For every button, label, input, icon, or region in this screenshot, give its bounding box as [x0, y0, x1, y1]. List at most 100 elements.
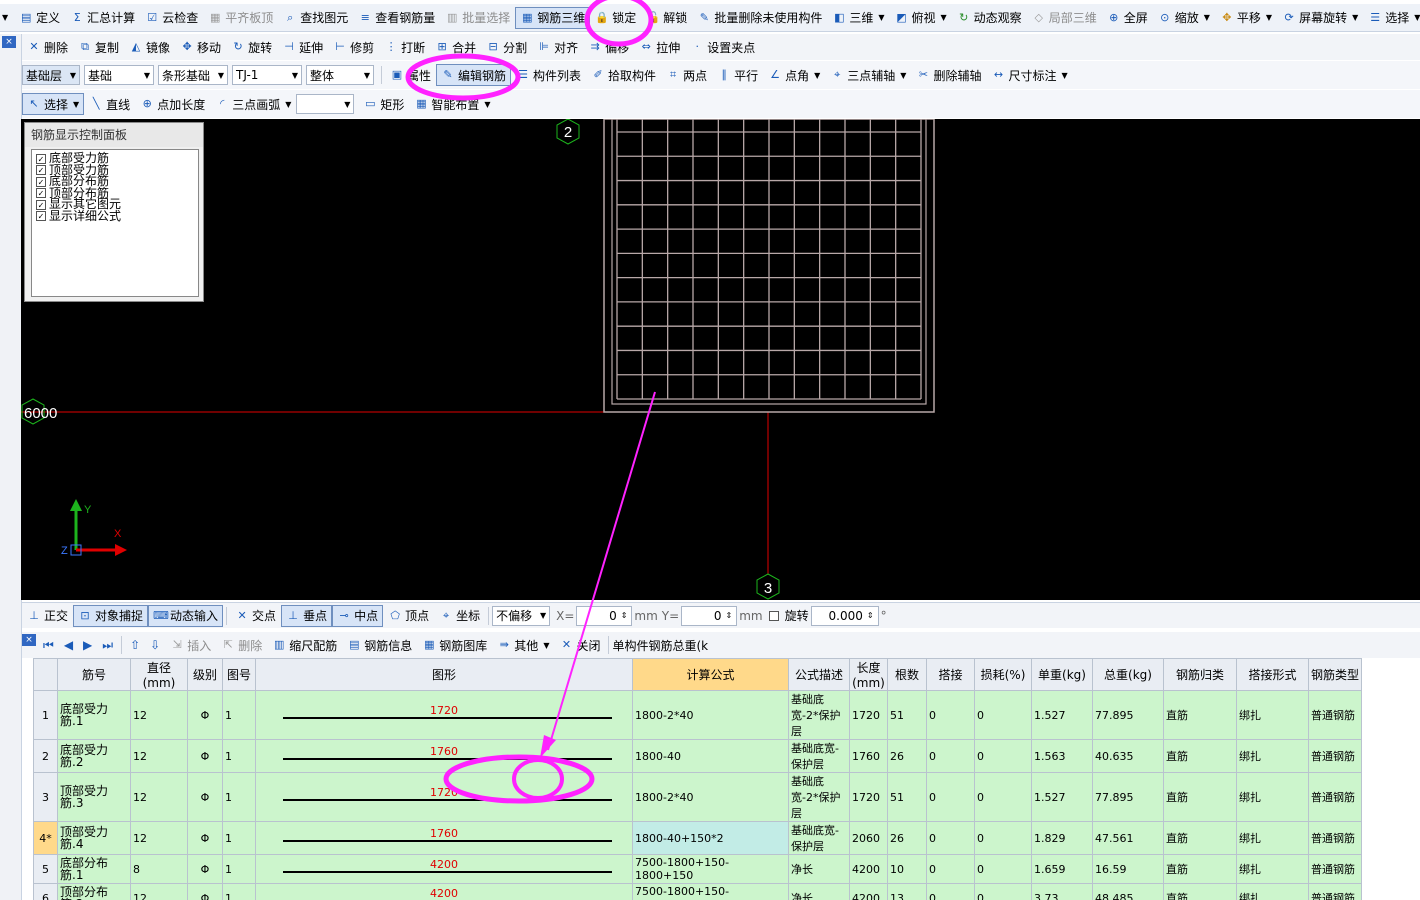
main-button-4[interactable]: ⌕ 查找图元 [278, 7, 353, 29]
count-cell[interactable]: 10 [887, 854, 927, 884]
edit-button-2[interactable]: ◭ 镜像 [124, 36, 175, 58]
snap-button-6[interactable]: ⬠ 顶点 [383, 605, 434, 627]
dia-cell[interactable]: 12 [130, 772, 188, 822]
main-button-1[interactable]: Σ 汇总计算 [65, 7, 140, 29]
main-button-15[interactable]: ⊕ 全屏 [1102, 7, 1153, 29]
total_w-cell[interactable]: 40.635 [1092, 739, 1164, 773]
draw-button-0[interactable]: ↖ 选择 ▼ [22, 93, 85, 115]
spinner-icon[interactable]: ⇕ [725, 611, 732, 620]
row-number[interactable]: 3 [33, 772, 58, 822]
category-cell[interactable]: 直筋 [1163, 883, 1237, 900]
snap-button-2[interactable]: ⌨ 动态输入 [148, 604, 224, 627]
table-row[interactable]: 6顶部分布筋.2 12Φ1 4200 7500-1800+150-1800+150净长… [33, 883, 1363, 900]
table-row[interactable]: 2 底部受力筋.2 12 Φ 1 1760 1800-40 基础底宽-保护层 1760 26 0 0 1… [33, 739, 1363, 773]
main-button-17[interactable]: ✥ 平移 ▼ [1215, 7, 1277, 29]
unit_w-cell[interactable]: 1.659 [1031, 854, 1093, 884]
edit-button-7[interactable]: ⋮ 打断 [379, 36, 430, 58]
lap-cell[interactable]: 0 [926, 690, 975, 740]
table-row[interactable]: 4* 顶部受力筋.4 12 Φ 1 1760 1800-40+150*2 基础底宽-保护层 20… [33, 821, 1363, 855]
main-button-8[interactable]: 🔒 锁定 [590, 7, 641, 29]
edit-button-0[interactable]: ✕ 删除 [22, 36, 73, 58]
main-button-6[interactable]: ▥ 批量选择 [440, 7, 515, 29]
grade-cell[interactable]: Φ [187, 739, 223, 773]
loss-cell[interactable]: 0 [974, 883, 1032, 900]
bar_type-cell[interactable]: 普通钢筋 [1307, 690, 1363, 740]
total_w-cell[interactable]: 77.895 [1092, 772, 1164, 822]
column-header[interactable]: 搭接形式 [1236, 658, 1309, 691]
component-type-select[interactable]: 条形基础 ▼ [158, 65, 228, 85]
bar_type-cell[interactable]: 普通钢筋 [1307, 821, 1363, 855]
snap-button-3[interactable]: ✕ 交点 [230, 605, 281, 627]
column-header[interactable]: 图形 [255, 658, 633, 691]
main-button-5[interactable]: ≡ 查看钢筋量 [353, 7, 440, 29]
snap-button-0[interactable]: ⊥ 正交 [22, 605, 73, 627]
lap-cell[interactable]: 0 [926, 883, 975, 900]
main-button-18[interactable]: ⟳ 屏幕旋转 ▼ [1277, 7, 1363, 29]
main-button-0[interactable]: ▤ 定义 [14, 7, 65, 29]
lap_type-cell[interactable]: 绑扎 [1236, 690, 1309, 740]
column-header[interactable]: 钢筋类型 [1307, 658, 1363, 691]
category-cell[interactable]: 直筋 [1163, 772, 1237, 822]
draw-button-4[interactable]: ▭ 矩形 [358, 93, 409, 115]
column-header[interactable]: 公式描述 [788, 658, 850, 691]
fig-cell[interactable]: 1 [222, 690, 256, 740]
formula-cell[interactable]: 7500-1800+150-1800+150 [632, 883, 789, 900]
length-cell[interactable]: 4200 [849, 854, 888, 884]
snap-button-7[interactable]: ⌖ 坐标 [434, 605, 485, 627]
fig-cell[interactable]: 1 [222, 854, 256, 884]
main-button-16[interactable]: ⊙ 缩放 ▼ [1153, 7, 1215, 29]
bar_type-cell[interactable]: 普通钢筋 [1307, 854, 1363, 884]
table-tool-button-3[interactable]: ▤ 钢筋信息 [342, 634, 417, 656]
main-button-7[interactable]: ▦ 钢筋三维 [515, 6, 591, 29]
fig-cell[interactable]: 1 [222, 739, 256, 773]
main-button-11[interactable]: ◧ 三维 ▼ [827, 7, 889, 29]
checkbox-checked-icon[interactable]: ✓ [36, 199, 46, 210]
column-header[interactable]: 长度(mm) [849, 658, 888, 691]
draw-button-3[interactable]: ◜ 三点画弧 ▼ [210, 93, 296, 115]
formula-cell[interactable]: 1800-2*40 [632, 690, 789, 740]
loss-cell[interactable]: 0 [974, 821, 1032, 855]
prev-record-icon[interactable]: ◀ [59, 638, 78, 652]
bar-name-cell[interactable]: 底部受力筋.1 [57, 690, 131, 740]
rotate-checkbox[interactable] [768, 610, 779, 621]
lap_type-cell[interactable]: 绑扎 [1236, 821, 1309, 855]
component-button-1[interactable]: ✎ 编辑钢筋 [436, 64, 512, 86]
count-cell[interactable]: 51 [887, 772, 927, 822]
fig-cell[interactable]: 1 [222, 772, 256, 822]
table-tool-button-0[interactable]: ⇲ 插入 [165, 634, 216, 656]
bar_type-cell[interactable]: 普通钢筋 [1307, 772, 1363, 822]
edit-button-11[interactable]: ⇉ 偏移 [583, 36, 634, 58]
component-select[interactable]: TJ-1 ▼ [232, 65, 302, 85]
unit_w-cell[interactable]: 1.563 [1031, 739, 1093, 773]
offset-select[interactable]: 不偏移 ▼ [492, 605, 551, 626]
column-header[interactable]: 筋号 [57, 658, 131, 691]
dia-cell[interactable]: 12 [130, 739, 188, 773]
toolbar-overflow-icon[interactable]: ▼ [2, 13, 8, 22]
fig-cell[interactable]: 1 [222, 883, 256, 900]
close-icon[interactable]: × [22, 634, 36, 646]
bar-name-cell[interactable]: 顶部受力筋.4 [57, 821, 131, 855]
dia-cell[interactable]: 12 [130, 883, 188, 900]
component-button-9[interactable]: ↔ 尺寸标注 ▼ [986, 64, 1072, 86]
main-button-9[interactable]: 🔓 解锁 [641, 7, 692, 29]
row-number[interactable]: 6 [33, 883, 58, 900]
category-cell[interactable]: 直筋 [1163, 821, 1237, 855]
rebar-shape-cell[interactable]: 4200 [255, 883, 633, 900]
arc-mode-select[interactable]: ▼ [296, 94, 355, 114]
loss-cell[interactable]: 0 [974, 690, 1032, 740]
dia-cell[interactable]: 12 [130, 690, 188, 740]
component-button-0[interactable]: ▣ 属性 [385, 64, 436, 86]
y-input[interactable]: 0 ⇕ [681, 605, 738, 626]
checkbox-checked-icon[interactable]: ✓ [36, 153, 46, 164]
dia-cell[interactable]: 12 [130, 821, 188, 855]
length-cell[interactable]: 1760 [849, 739, 888, 773]
move-up-icon[interactable]: ⇧ [125, 638, 145, 652]
main-button-10[interactable]: ✎ 批量删除未使用构件 [692, 7, 827, 29]
panel-option-5[interactable]: ✓ 显示详细公式 [36, 210, 194, 223]
table-row[interactable]: 5 底部分布筋.1 8 Φ 1 4200 7500-1800+150-1800+150 净长 4… [33, 854, 1363, 884]
row-number[interactable]: 1 [33, 690, 58, 740]
row-number[interactable]: 2 [33, 739, 58, 773]
category-cell[interactable]: 直筋 [1163, 854, 1237, 884]
total_w-cell[interactable]: 48.485 [1092, 883, 1164, 900]
checkbox-checked-icon[interactable]: ✓ [36, 188, 46, 199]
